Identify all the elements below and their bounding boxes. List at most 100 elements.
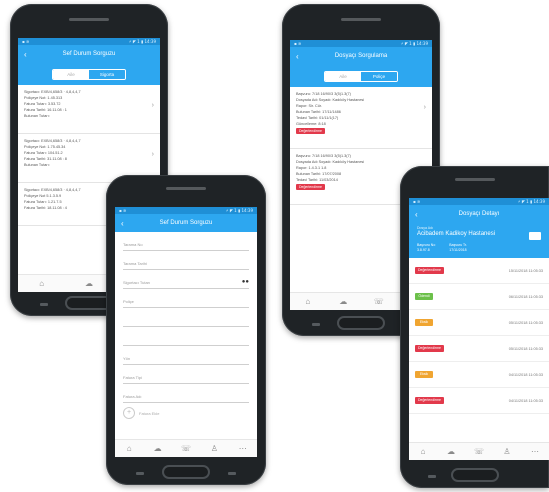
cloud-icon[interactable]: ☁ — [151, 442, 165, 456]
meta-value: 3.8.97.8 — [417, 248, 430, 252]
meta-row: Başvuru No 3.8.97.8 Başvuru Tr. 17/11/2018 — [417, 243, 541, 253]
recent-apps-key[interactable] — [312, 323, 320, 326]
detail-header: Dosya Adı Acibadem Kadikoy Hastanesi Baş… — [409, 223, 549, 258]
form-field[interactable] — [123, 327, 249, 346]
field-label: Tarama No — [123, 242, 143, 247]
speaker — [166, 187, 206, 190]
status-right: ⚡ ◤ 1 ▮ 14:39 — [517, 199, 545, 204]
plus-icon[interactable]: + — [123, 407, 135, 419]
page-title: Dosyaçı Sorgulama — [334, 53, 388, 59]
more-icon[interactable]: ⋯ — [528, 445, 542, 459]
phone-2: ▪ ≋ ⚡ ◤ 1 ▮ 14:39 ‹ Sef Durum Sorguzu Tara… — [106, 175, 266, 485]
app-bar: ‹ Sef Durum Sorguzu — [115, 214, 257, 232]
status-date: 05/11/2018 11:05:33 — [508, 320, 543, 325]
status-bar: ▪ ≋ ⚡ ◤ 1 ▮ 14:39 — [290, 40, 432, 47]
speaker — [69, 18, 109, 21]
cloud-icon[interactable]: ☁ — [336, 295, 350, 309]
card-line: Bulunan Tutarı: — [24, 163, 50, 167]
hospital-name: Acibadem Kadikoy Hastanesi — [417, 231, 496, 237]
back-key[interactable] — [228, 472, 236, 475]
app-bar: ‹ Dosyaçı Detayı — [409, 205, 549, 223]
bottom-tab-bar: ⌂ ☁ ☏ ♙ ⋯ — [409, 442, 549, 460]
form: Tarama No Tarama Tarihi Sigortacı Tutarı ●●… — [115, 232, 257, 403]
tab-police[interactable]: Poliçe — [361, 71, 397, 81]
phone-icon[interactable]: ☏ — [179, 442, 193, 456]
status-pill: Eksik — [415, 319, 433, 326]
phone-4-screen: ▪ ≋ ⚡ ◤ 1 ▮ 14:39 ‹ Dosyaçı Detayı Dosya A… — [409, 198, 549, 460]
status-row[interactable]: Değerlendirme 04/11/2018 11:05:33 — [409, 388, 549, 414]
header-label: Dosya Adı — [417, 226, 433, 230]
phone-2-screen: ▪ ≋ ⚡ ◤ 1 ▮ 14:39 ‹ Sef Durum Sorguzu Tara… — [115, 207, 257, 457]
home-button[interactable] — [162, 465, 210, 479]
list-item[interactable]: Sigortacı: EXB/4,658/3 · 4,8,4,4,7 Poliçe… — [18, 85, 160, 134]
field-label: Yön — [123, 356, 131, 361]
status-row[interactable]: Eksik 04/11/2018 11:05:33 — [409, 362, 549, 388]
status-bar: ▪ ≋ ⚡ ◤ 1 ▮ 14:39 — [115, 207, 257, 214]
tab-aile[interactable]: Aile — [325, 71, 361, 81]
chevron-right-icon[interactable]: › — [424, 104, 426, 111]
home-icon[interactable]: ⌂ — [301, 295, 315, 309]
status-badge: Değerlendirme — [296, 128, 325, 134]
field-label: Tarama Tarihi — [123, 261, 147, 266]
status-right: ⚡ ◤ 1 ▮ 14:39 — [400, 41, 428, 46]
home-button[interactable] — [337, 316, 385, 330]
app-bar: ‹ Sef Durum Sorguzu — [18, 45, 160, 63]
home-icon[interactable]: ⌂ — [35, 277, 49, 291]
status-bar: ▪ ≋ ⚡ ◤ 1 ▮ 14:39 — [409, 198, 549, 205]
phone-4: ▪ ≋ ⚡ ◤ 1 ▮ 14:39 ‹ Dosyaçı Detayı Dosya A… — [400, 166, 549, 488]
tab-aile[interactable]: Aile — [53, 69, 89, 79]
eye-icon[interactable]: ●● — [242, 279, 249, 285]
card-line: Bulunan Tutarı: — [24, 114, 50, 118]
recent-apps-key[interactable] — [428, 475, 436, 478]
form-field[interactable]: Tarama No — [123, 232, 249, 251]
form-field[interactable] — [123, 308, 249, 327]
home-icon[interactable]: ⌂ — [122, 442, 136, 456]
fab-label: Fatura Ekle — [139, 410, 160, 416]
form-field[interactable]: Fatura Tipi — [123, 365, 249, 384]
cloud-icon[interactable]: ☁ — [82, 277, 96, 291]
home-button[interactable] — [450, 468, 499, 482]
card-line: Güncelleme: 8:18 — [296, 122, 326, 126]
speaker — [341, 18, 381, 21]
status-date: 04/11/2018 11:05:33 — [508, 398, 543, 403]
form-field[interactable]: Tarama Tarihi — [123, 251, 249, 270]
status-left: ▪ ≋ — [413, 199, 421, 204]
form-field[interactable]: Yön — [123, 346, 249, 365]
add-invoice-row[interactable]: + Fatura Ekle — [123, 407, 249, 419]
app-bar: ‹ Dosyaçı Sorgulama — [290, 47, 432, 65]
list-item[interactable]: Başvuru: 7/18 16/90/3 3(5)1.3(7) Dosyada … — [290, 87, 432, 149]
phone-icon[interactable]: ☏ — [372, 295, 386, 309]
form-field[interactable]: Poliçe — [123, 289, 249, 308]
field-label: Fatura Adı — [123, 394, 142, 399]
phone-icon[interactable]: ☏ — [472, 445, 486, 459]
more-icon[interactable]: ⋯ — [236, 442, 250, 456]
speaker — [454, 178, 495, 181]
meta-value: 17/11/2018 — [449, 248, 467, 252]
status-right: ⚡ ◤ 1 ▮ 14:39 — [128, 39, 156, 44]
form-field[interactable]: Fatura Adı — [123, 384, 249, 403]
status-date: 06/11/2018 11:05:33 — [508, 294, 543, 299]
form-field[interactable]: Sigortacı Tutarı ●● — [123, 270, 249, 289]
status-left: ▪ ≋ — [22, 39, 30, 44]
tab-sigorta[interactable]: Sigorta — [89, 69, 125, 79]
status-pill: Eksik — [415, 371, 433, 378]
recent-apps-key[interactable] — [136, 472, 144, 475]
recent-apps-key[interactable] — [40, 303, 48, 306]
chevron-right-icon[interactable]: › — [152, 102, 154, 109]
status-pill: Değerlendirme — [415, 345, 444, 352]
chevron-right-icon[interactable]: › — [152, 151, 154, 158]
status-date: 04/11/2018 11:05:33 — [508, 372, 543, 377]
cloud-icon[interactable]: ☁ — [444, 445, 458, 459]
status-row[interactable]: Değerlendirme 05/11/2018 11:05:33 — [409, 336, 549, 362]
user-icon[interactable]: ♙ — [500, 445, 514, 459]
status-pill: Değerlendirme — [415, 267, 444, 274]
user-icon[interactable]: ♙ — [207, 442, 221, 456]
status-left: ▪ ≋ — [119, 208, 127, 213]
status-row[interactable]: Eksik 05/11/2018 11:05:33 — [409, 310, 549, 336]
field-label: Sigortacı Tutarı — [123, 280, 151, 285]
status-row[interactable]: Ödendi 06/11/2018 11:05:33 — [409, 284, 549, 310]
field-label: Poliçe — [123, 299, 134, 304]
status-date: 05/11/2018 11:05:33 — [508, 346, 543, 351]
home-icon[interactable]: ⌂ — [416, 445, 430, 459]
status-row[interactable]: Değerlendirme 15/11/2018 11:05:33 — [409, 258, 549, 284]
